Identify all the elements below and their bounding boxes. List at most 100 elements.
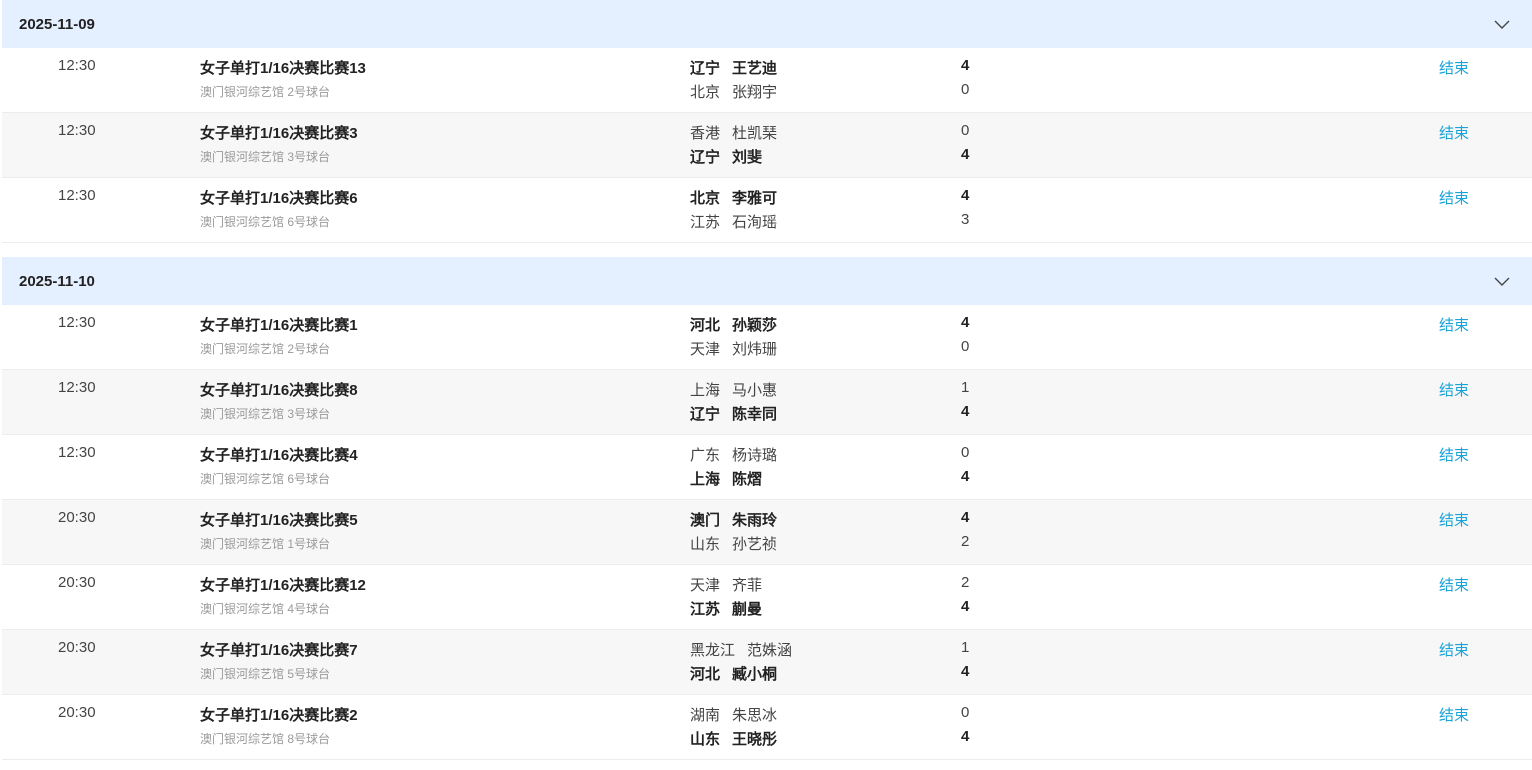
chevron-down-icon[interactable] — [1492, 14, 1512, 34]
player-name: 朱思冰 — [732, 707, 778, 724]
player-2: 河北 臧小桐 — [690, 663, 777, 684]
player-name: 陈幸同 — [732, 406, 778, 423]
match-status-link[interactable]: 结束 — [1439, 187, 1469, 208]
player-name: 刘炜珊 — [732, 341, 778, 358]
player-province: 黑龙江 — [690, 642, 736, 659]
match-time: 12:30 — [58, 314, 96, 331]
player-name: 李雅可 — [732, 190, 778, 207]
player-province: 上海 — [690, 382, 721, 399]
player-2: 北京 张翔宇 — [690, 81, 777, 102]
player-name: 蒯曼 — [732, 601, 763, 618]
match-row: 20:30 女子单打1/16决赛比赛12 澳门银河综艺馆 4号球台 天津 齐菲 江… — [2, 565, 1532, 630]
player-province: 北京 — [690, 190, 721, 207]
match-row: 12:30 女子单打1/16决赛比赛1 澳门银河综艺馆 2号球台 河北 孙颖莎 天… — [2, 305, 1532, 370]
player-1: 湖南 朱思冰 — [690, 704, 777, 725]
player-name: 臧小桐 — [732, 666, 778, 683]
match-status-link[interactable]: 结束 — [1439, 314, 1469, 335]
match-schedule: 2025-11-09 12:30 女子单打1/16决赛比赛13 澳门银河综艺馆 … — [0, 0, 1532, 770]
match-status-link[interactable]: 结束 — [1439, 639, 1469, 660]
player-name: 孙艺祯 — [732, 536, 778, 553]
match-venue: 澳门银河综艺馆 3号球台 — [200, 407, 331, 421]
match-name: 女子单打1/16决赛比赛3 — [200, 125, 358, 142]
player-2-score: 0 — [961, 338, 970, 355]
match-time: 20:30 — [58, 639, 96, 656]
player-province: 河北 — [690, 317, 721, 334]
player-1: 香港 杜凯琹 — [690, 122, 777, 143]
player-2-score: 0 — [961, 81, 970, 98]
match-status-link[interactable]: 结束 — [1439, 379, 1469, 400]
match-status-link[interactable]: 结束 — [1439, 122, 1469, 143]
match-time: 12:30 — [58, 379, 96, 396]
player-1-score: 1 — [961, 379, 970, 396]
match-time: 12:30 — [58, 444, 96, 461]
date-group-header[interactable]: 2025-11-10 — [2, 257, 1532, 305]
player-name: 陈熠 — [732, 471, 763, 488]
player-1-score: 4 — [961, 509, 970, 526]
group-date: 2025-11-09 — [19, 15, 95, 33]
match-status-link[interactable]: 结束 — [1439, 704, 1469, 725]
date-group: 2025-11-10 12:30 女子单打1/16决赛比赛1 澳门银河综艺馆 2… — [2, 257, 1532, 760]
player-1-score: 0 — [961, 444, 970, 461]
match-row: 12:30 女子单打1/16决赛比赛6 澳门银河综艺馆 6号球台 北京 李雅可 江… — [2, 178, 1532, 243]
player-1: 广东 杨诗璐 — [690, 444, 777, 465]
match-time: 12:30 — [58, 187, 96, 204]
match-status-link[interactable]: 结束 — [1439, 444, 1469, 465]
player-name: 杜凯琹 — [732, 125, 778, 142]
player-province: 河北 — [690, 666, 721, 683]
player-2: 天津 刘炜珊 — [690, 338, 777, 359]
player-2-score: 4 — [961, 598, 970, 615]
match-row: 20:30 女子单打1/16决赛比赛5 澳门银河综艺馆 1号球台 澳门 朱雨玲 山… — [2, 500, 1532, 565]
player-name: 王晓彤 — [732, 731, 778, 748]
player-1-score: 0 — [961, 122, 970, 139]
match-time: 20:30 — [58, 574, 96, 591]
date-group-header[interactable]: 2025-11-09 — [2, 0, 1532, 48]
match-name: 女子单打1/16决赛比赛4 — [200, 447, 358, 464]
match-name: 女子单打1/16决赛比赛5 — [200, 512, 358, 529]
match-row: 12:30 女子单打1/16决赛比赛8 澳门银河综艺馆 3号球台 上海 马小惠 辽… — [2, 370, 1532, 435]
match-status-link[interactable]: 结束 — [1439, 574, 1469, 595]
group-date: 2025-11-10 — [19, 272, 95, 290]
player-2: 山东 王晓彤 — [690, 728, 777, 749]
player-name: 刘斐 — [732, 149, 763, 166]
player-province: 上海 — [690, 471, 721, 488]
player-1: 澳门 朱雨玲 — [690, 509, 777, 530]
player-province: 山东 — [690, 536, 721, 553]
match-venue: 澳门银河综艺馆 6号球台 — [200, 215, 331, 229]
player-2-score: 4 — [961, 663, 970, 680]
player-province: 辽宁 — [690, 60, 721, 77]
match-status-link[interactable]: 结束 — [1439, 509, 1469, 530]
player-province: 北京 — [690, 84, 721, 101]
player-name: 孙颖莎 — [732, 317, 778, 334]
match-venue: 澳门银河综艺馆 2号球台 — [200, 342, 331, 356]
date-group: 2025-11-09 12:30 女子单打1/16决赛比赛13 澳门银河综艺馆 … — [2, 0, 1532, 243]
player-province: 广东 — [690, 447, 721, 464]
player-2-score: 2 — [961, 533, 970, 550]
player-2: 山东 孙艺祯 — [690, 533, 777, 554]
player-province: 湖南 — [690, 707, 721, 724]
match-name: 女子单打1/16决赛比赛6 — [200, 190, 358, 207]
match-time: 12:30 — [58, 122, 96, 139]
player-1-score: 2 — [961, 574, 970, 591]
player-province: 澳门 — [690, 512, 721, 529]
player-province: 辽宁 — [690, 149, 721, 166]
player-name: 杨诗璐 — [732, 447, 778, 464]
player-1: 辽宁 王艺迪 — [690, 57, 777, 78]
player-1: 天津 齐菲 — [690, 574, 762, 595]
player-1-score: 4 — [961, 57, 970, 74]
match-name: 女子单打1/16决赛比赛7 — [200, 642, 358, 659]
match-venue: 澳门银河综艺馆 3号球台 — [200, 150, 331, 164]
player-name: 石洵瑶 — [732, 214, 778, 231]
player-province: 江苏 — [690, 601, 721, 618]
player-2-score: 4 — [961, 146, 970, 163]
player-province: 天津 — [690, 341, 721, 358]
player-2-score: 4 — [961, 403, 970, 420]
chevron-down-icon[interactable] — [1492, 271, 1512, 291]
player-1: 黑龙江 范姝涵 — [690, 639, 792, 660]
match-row: 20:30 女子单打1/16决赛比赛2 澳门银河综艺馆 8号球台 湖南 朱思冰 山… — [2, 695, 1532, 760]
match-status-link[interactable]: 结束 — [1439, 57, 1469, 78]
match-row: 12:30 女子单打1/16决赛比赛13 澳门银河综艺馆 2号球台 辽宁 王艺迪 … — [2, 48, 1532, 113]
match-row: 12:30 女子单打1/16决赛比赛4 澳门银河综艺馆 6号球台 广东 杨诗璐 上… — [2, 435, 1532, 500]
player-province: 天津 — [690, 577, 721, 594]
player-province: 香港 — [690, 125, 721, 142]
player-province: 江苏 — [690, 214, 721, 231]
